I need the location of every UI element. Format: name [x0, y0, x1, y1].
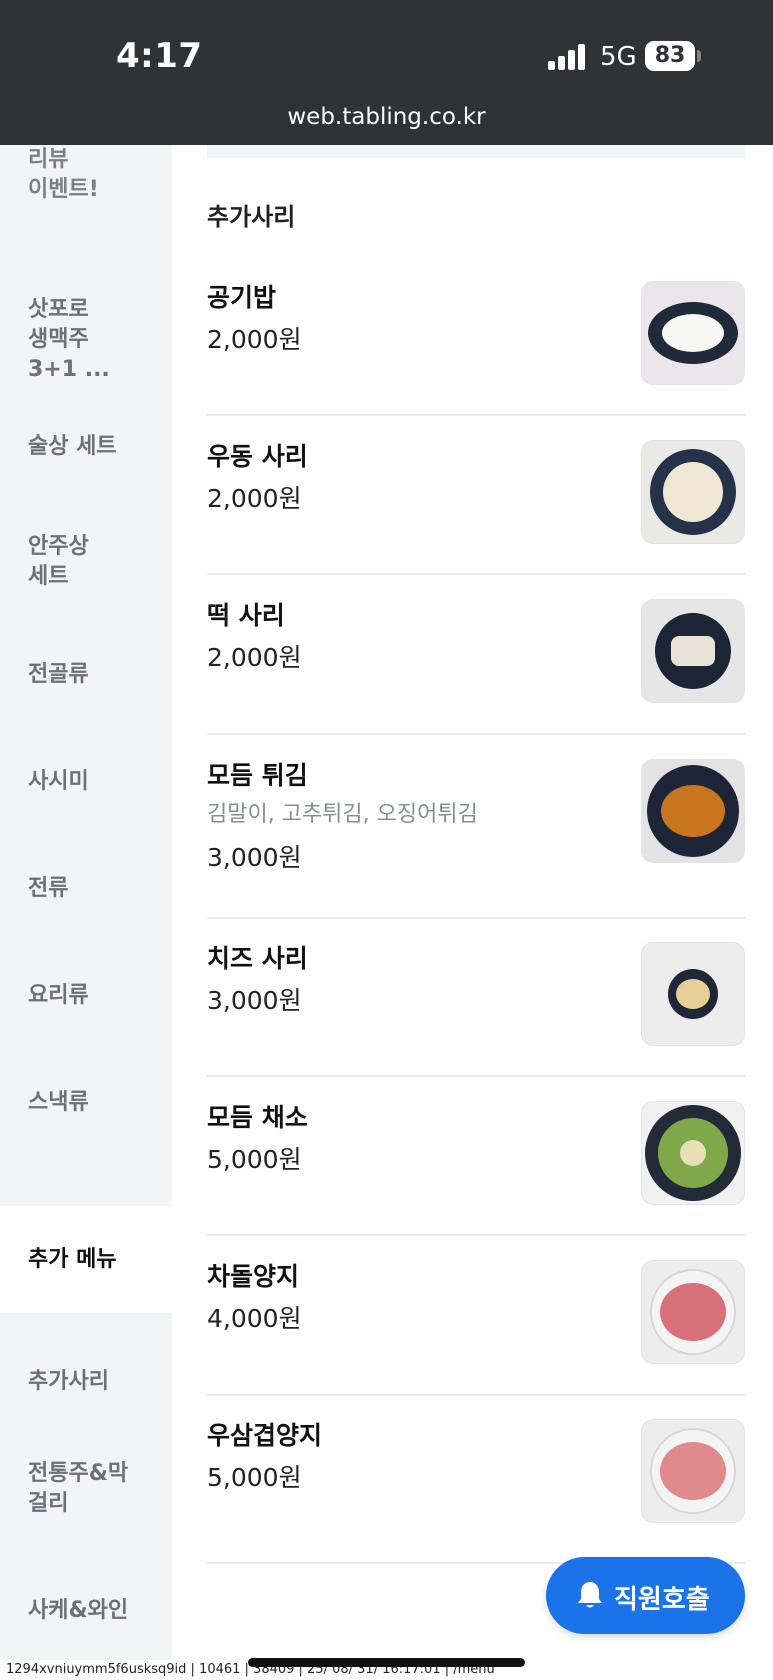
section-title: 추가사리 — [207, 203, 296, 231]
menu-item-udon[interactable]: 우동 사리 2,000원 — [207, 417, 745, 575]
vegetable-image — [641, 1101, 745, 1205]
rice-shape — [662, 314, 724, 352]
item-name: 모듬 튀김 — [207, 761, 308, 790]
signal-icon — [548, 44, 588, 70]
sidebar-item-extra-sari[interactable]: 추가사리 — [0, 1367, 172, 1397]
item-price: 4,000원 — [207, 1304, 302, 1333]
cheese-image — [641, 942, 745, 1046]
item-name: 떡 사리 — [207, 601, 285, 630]
item-price: 5,000원 — [207, 1145, 302, 1174]
status-time: 4:17 — [116, 36, 203, 76]
menu-item-brisket[interactable]: 차돌양지 4,000원 — [207, 1237, 745, 1396]
noodle-shape — [663, 462, 723, 522]
meat-shape — [660, 1283, 726, 1341]
menu-item-fried[interactable]: 모듬 튀김 김말이, 고추튀김, 오징어튀김 3,000원 — [207, 736, 745, 919]
usamgyeop-image — [641, 1419, 745, 1523]
cheese-shape — [676, 979, 710, 1009]
bell-icon — [578, 1582, 602, 1608]
item-name: 치즈 사리 — [207, 944, 308, 973]
sidebar-item-partial[interactable]: 영수증 리뷰 이벤트! — [0, 145, 172, 221]
fried-image — [641, 759, 745, 863]
item-name: 공기밥 — [207, 283, 277, 312]
battery-icon: 83 — [645, 41, 695, 71]
item-price: 2,000원 — [207, 643, 302, 672]
status-bar: 4:17 5G 83 web.tabling.co.kr — [0, 0, 773, 145]
sidebar-item-drink-set[interactable]: 술상 세트 — [0, 432, 172, 462]
sidebar-item-hotpot[interactable]: 전골류 — [0, 660, 172, 690]
rice-image — [641, 281, 745, 385]
address-bar[interactable]: web.tabling.co.kr — [0, 104, 773, 130]
staff-call-label: 직원호출 — [614, 1585, 710, 1615]
sidebar-item-sashimi[interactable]: 사시미 — [0, 767, 172, 797]
sidebar-item-dishes[interactable]: 요리류 — [0, 981, 172, 1011]
battery-cap — [697, 50, 701, 62]
mushroom-shape — [680, 1140, 706, 1166]
item-price: 3,000원 — [207, 986, 302, 1015]
sidebar-item-label: 리뷰 이벤트! — [28, 147, 99, 202]
brisket-image — [641, 1260, 745, 1364]
menu-item-usamgyeop[interactable]: 우삼겹양지 5,000원 — [207, 1396, 745, 1564]
sidebar-item-sake-wine[interactable]: 사케&와인 — [0, 1596, 172, 1626]
item-name: 우삼겹양지 — [207, 1421, 323, 1450]
menu-item-cheese[interactable]: 치즈 사리 3,000원 — [207, 919, 745, 1077]
sidebar-item-jeon[interactable]: 전류 — [0, 874, 172, 904]
sidebar-item-snack-set[interactable]: 안주상 세트 — [0, 532, 172, 592]
menu-item-rice[interactable]: 공기밥 2,000원 — [207, 258, 745, 416]
section-divider — [207, 145, 745, 158]
fried-shape — [661, 785, 725, 837]
sidebar-item-makgeolli[interactable]: 전통주&막 걸리 — [0, 1459, 172, 1519]
sidebar-item-sapporo[interactable]: 삿포로 생맥주 3+1 ... — [0, 295, 172, 385]
item-name: 모듬 채소 — [207, 1103, 308, 1132]
udon-image — [641, 440, 745, 544]
menu-list: 추가사리 공기밥 2,000원 우동 사리 2,000원 떡 사리 2,000원… — [172, 145, 773, 1660]
item-price: 5,000원 — [207, 1463, 302, 1492]
item-price: 3,000원 — [207, 843, 302, 872]
item-name: 차돌양지 — [207, 1262, 300, 1291]
sidebar-item-snacks[interactable]: 스낵류 — [0, 1088, 172, 1118]
item-name: 우동 사리 — [207, 442, 308, 471]
menu-item-tteok[interactable]: 떡 사리 2,000원 — [207, 576, 745, 735]
item-description: 김말이, 고추튀김, 오징어튀김 — [207, 802, 478, 827]
staff-call-button[interactable]: 직원호출 — [546, 1557, 745, 1634]
rice-cake-shape — [671, 636, 715, 666]
network-type: 5G — [600, 42, 637, 72]
tteok-image — [641, 599, 745, 703]
home-indicator[interactable] — [248, 1658, 525, 1667]
menu-item-veg[interactable]: 모듬 채소 5,000원 — [207, 1078, 745, 1236]
sidebar-item-extra-menu[interactable]: 추가 메뉴 — [0, 1206, 172, 1313]
meat-shape — [660, 1442, 726, 1500]
category-sidebar: 영수증 리뷰 이벤트! 삿포로 생맥주 3+1 ... 술상 세트 안주상 세트… — [0, 145, 172, 1660]
item-price: 2,000원 — [207, 484, 302, 513]
item-price: 2,000원 — [207, 325, 302, 354]
